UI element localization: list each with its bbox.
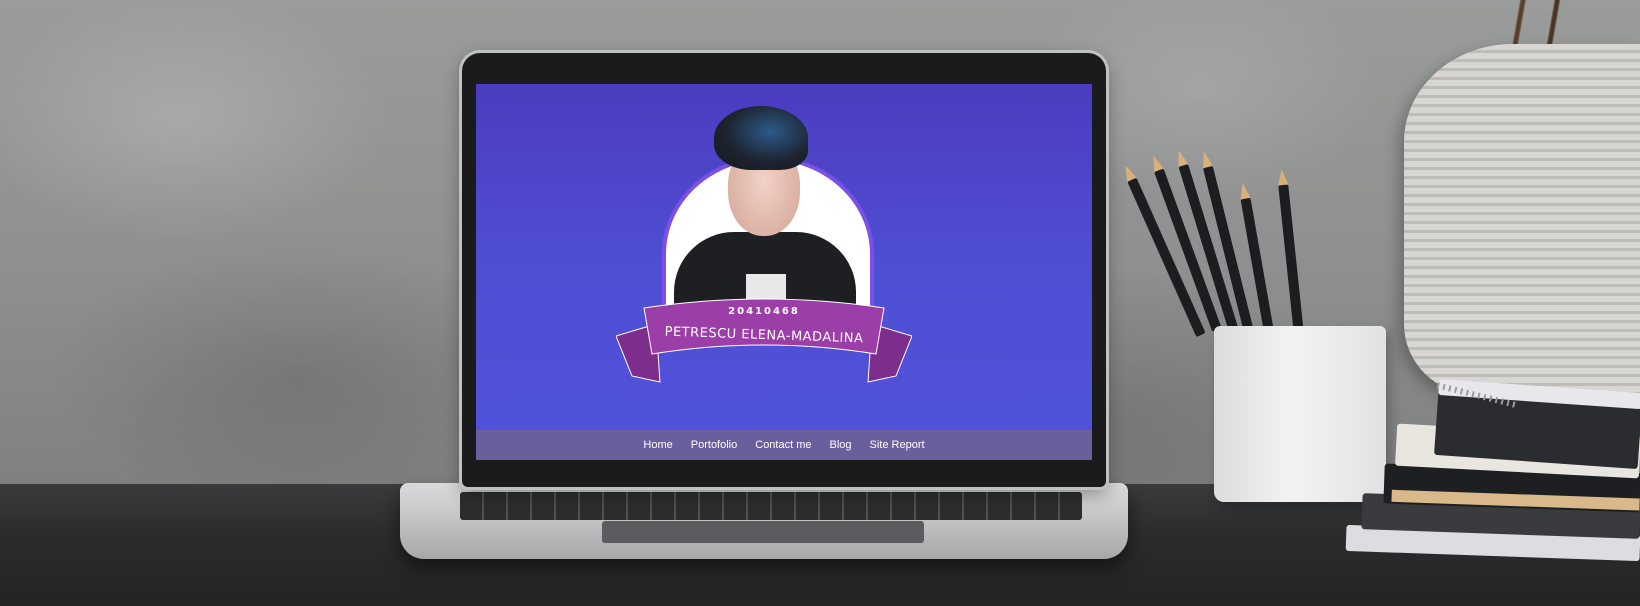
student-id: 20410468 (728, 306, 800, 317)
nav-site-report[interactable]: Site Report (870, 439, 925, 451)
pencil-cup (1214, 326, 1386, 502)
nav-blog[interactable]: Blog (830, 439, 852, 451)
nav-portofolio[interactable]: Portofolio (691, 439, 737, 451)
laptop-trackpad (602, 521, 924, 543)
name-ribbon: 20410468 PETRESCU ELENA-MADALINA (616, 296, 912, 392)
avatar-hair (714, 106, 808, 170)
main-nav: Home Portofolio Contact me Blog Site Rep… (476, 430, 1092, 460)
nav-contact[interactable]: Contact me (755, 439, 811, 451)
vase (1404, 44, 1640, 394)
laptop-keyboard (460, 492, 1082, 520)
decorative-sticks (1500, 0, 1590, 46)
nav-home[interactable]: Home (643, 439, 672, 451)
laptop-screen: 20410468 PETRESCU ELENA-MADALINA Home Po… (476, 84, 1092, 460)
